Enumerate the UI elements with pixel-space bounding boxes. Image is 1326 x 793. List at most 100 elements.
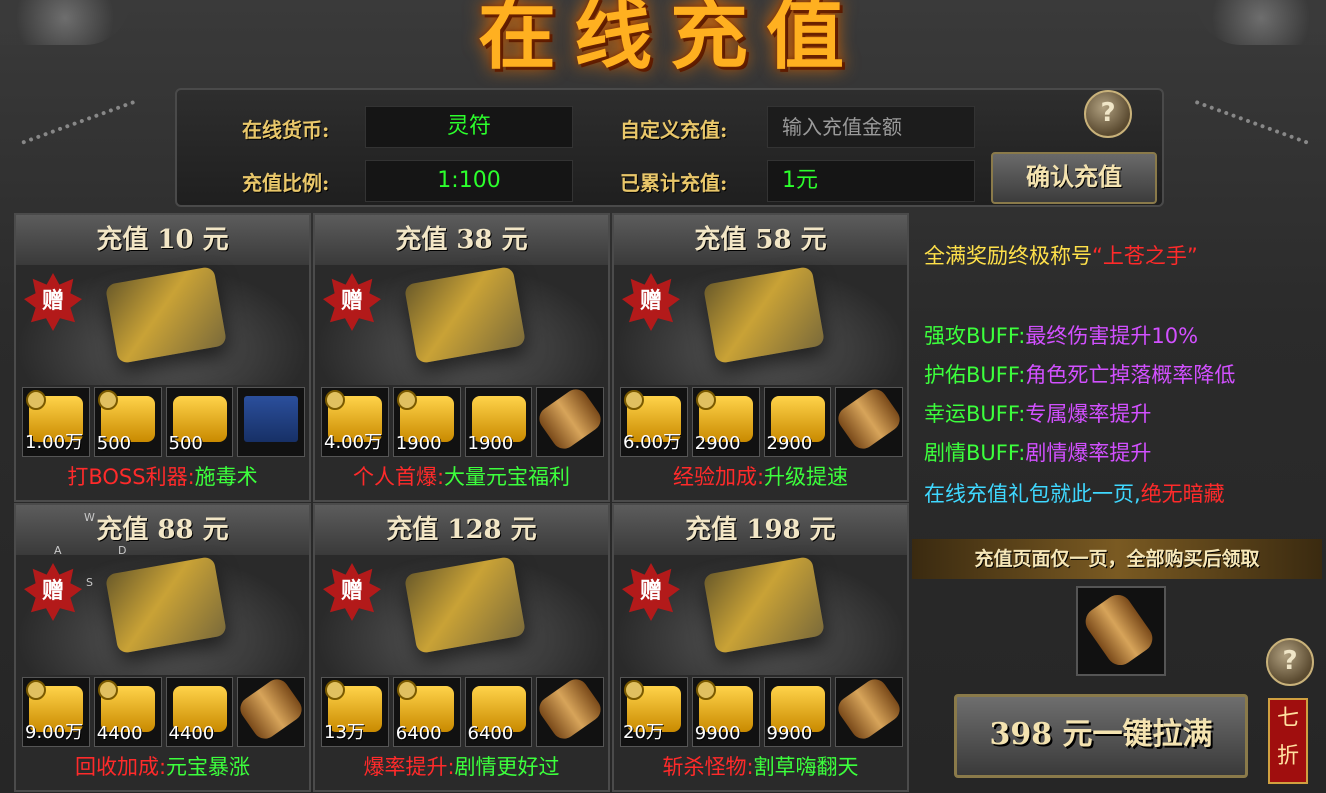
item-slot[interactable]: 4400	[165, 677, 234, 747]
buff-line: 剧情BUFF:剧情爆率提升	[924, 441, 1152, 465]
item-slot[interactable]	[534, 674, 606, 747]
chain-decoration-left	[21, 99, 139, 155]
card-description: 打BOSS利器:施毒术	[67, 465, 258, 489]
card-title: 充值 198 元	[614, 505, 907, 555]
lock-icon	[695, 390, 716, 410]
key-hint-w: W	[84, 511, 95, 524]
item-slot[interactable]	[833, 674, 905, 747]
notice-line: 在线充值礼包就此一页,绝无暗藏	[924, 482, 1225, 506]
currency-value: 灵符	[365, 106, 573, 148]
recharge-card[interactable]: 充值 38 元 赠 4.00万 1900 1900 个人首爆:大量元宝福利	[313, 213, 610, 502]
item-quantity: 9900	[694, 723, 741, 744]
buff-line: 幸运BUFF:专属爆率提升	[924, 402, 1152, 426]
confirm-recharge-button[interactable]: 确认充值	[991, 152, 1157, 204]
lock-icon	[97, 680, 118, 700]
card-description: 经验加成:升级提速	[672, 465, 849, 489]
item-slot[interactable]: 9900	[691, 677, 760, 747]
lock-icon	[97, 390, 118, 410]
claim-condition-banner: 充值页面仅一页，全部购买后领取	[912, 539, 1322, 579]
scroll-icon	[1080, 589, 1158, 671]
item-quantity: 6400	[467, 723, 514, 744]
item-quantity: 1900	[395, 433, 442, 454]
item-quantity: 9900	[766, 723, 813, 744]
item-slot[interactable]: 1.00万	[22, 387, 90, 457]
item-slots: 6.00万 2900 2900	[620, 384, 905, 457]
lock-icon	[396, 680, 417, 700]
custom-amount-input[interactable]: 输入充值金额	[767, 106, 975, 148]
item-slot[interactable]: 2900	[691, 387, 760, 457]
item-slot[interactable]: 6400	[464, 677, 533, 747]
help-icon[interactable]: ?	[1084, 90, 1132, 138]
item-slot[interactable]: 9.00万	[22, 677, 90, 747]
item-slot[interactable]: 1900	[392, 387, 461, 457]
recharge-card[interactable]: 充值 10 元 赠 1.00万 500 500 打BOSS利器:施毒术	[14, 213, 311, 502]
item-quantity: 4.00万	[324, 432, 383, 453]
final-reward-slot[interactable]	[1076, 586, 1166, 676]
accumulated-value: 1元	[767, 160, 975, 202]
scroll-icon	[833, 384, 905, 454]
help-icon[interactable]: ?	[1266, 638, 1314, 686]
item-slot[interactable]: 500	[165, 387, 234, 457]
buff-line: 护佑BUFF:角色死亡掉落概率降低	[924, 363, 1236, 387]
item-slot[interactable]	[833, 384, 905, 457]
ultimate-title-name: “上苍之手”	[1092, 244, 1198, 268]
custom-recharge-label: 自定义充值:	[620, 118, 728, 142]
lock-icon	[325, 390, 345, 410]
item-slot[interactable]: 13万	[321, 677, 389, 747]
item-quantity: 9.00万	[25, 722, 84, 743]
item-slots: 13万 6400 6400	[321, 674, 606, 747]
scroll-icon	[833, 674, 905, 744]
card-description: 斩杀怪物:割草嗨翻天	[662, 755, 859, 779]
item-slot[interactable]: 4.00万	[321, 387, 389, 457]
item-slot[interactable]: 20万	[620, 677, 688, 747]
item-slots: 1.00万 500 500	[22, 387, 305, 457]
recharge-card[interactable]: 充值 198 元 赠 20万 9900 9900 斩杀怪物:割草嗨翻天	[612, 503, 909, 792]
item-slot[interactable]: 6.00万	[620, 387, 688, 457]
scroll-icon	[534, 384, 606, 454]
lock-icon	[325, 680, 345, 700]
buff-line: 强攻BUFF:最终伤害提升10%	[924, 324, 1199, 348]
item-quantity: 6400	[395, 723, 442, 744]
item-quantity: 500	[168, 433, 203, 454]
discount-badge: 七折	[1268, 698, 1308, 784]
item-slot[interactable]	[235, 674, 307, 747]
key-hint-s: S	[86, 576, 93, 589]
item-slot[interactable]: 2900	[763, 387, 832, 457]
key-hint-a: A	[54, 544, 62, 557]
item-slot[interactable]	[237, 387, 305, 457]
lock-icon	[396, 390, 417, 410]
card-description: 回收加成:元宝暴涨	[74, 755, 251, 779]
recharge-card[interactable]: 充值 58 元 赠 6.00万 2900 2900 经验加成:升级提速	[612, 213, 909, 502]
dragon-ornament-left	[0, 0, 130, 45]
item-slot[interactable]: 4400	[93, 677, 162, 747]
scroll-icon	[235, 674, 307, 744]
item-slot[interactable]: 6400	[392, 677, 461, 747]
item-quantity: 500	[96, 433, 132, 454]
item-slot[interactable]: 9900	[763, 677, 832, 747]
page-title: 在线充值	[477, 0, 862, 80]
recharge-card[interactable]: 充值 128 元 赠 13万 6400 6400 爆率提升:剧情更好过	[313, 503, 610, 792]
item-slots: 4.00万 1900 1900	[321, 384, 606, 457]
currency-label: 在线货币:	[242, 118, 330, 142]
item-quantity: 4400	[168, 723, 215, 744]
one-click-max-button[interactable]: 398 元一键拉满	[954, 694, 1248, 778]
item-slot[interactable]	[534, 384, 606, 457]
item-quantity: 1.00万	[25, 432, 84, 453]
ultimate-title-text: 全满奖励终极称号	[924, 244, 1092, 268]
item-quantity: 2900	[694, 433, 741, 454]
card-title: 充值 38 元	[315, 215, 608, 265]
card-description: 爆率提升:剧情更好过	[363, 755, 560, 779]
lock-icon	[624, 680, 644, 700]
lock-icon	[695, 680, 716, 700]
lock-icon	[624, 390, 644, 410]
item-slot[interactable]: 1900	[464, 387, 533, 457]
ratio-label: 充值比例:	[242, 171, 330, 195]
item-quantity: 4400	[96, 723, 143, 744]
chain-decoration-right	[1191, 99, 1309, 155]
item-slots: 20万 9900 9900	[620, 674, 905, 747]
skill-book-icon	[244, 396, 299, 442]
ratio-value: 1:100	[365, 160, 573, 202]
item-slots: 9.00万 4400 4400	[22, 674, 307, 747]
item-slot[interactable]: 500	[93, 387, 162, 457]
scroll-icon	[534, 674, 606, 744]
